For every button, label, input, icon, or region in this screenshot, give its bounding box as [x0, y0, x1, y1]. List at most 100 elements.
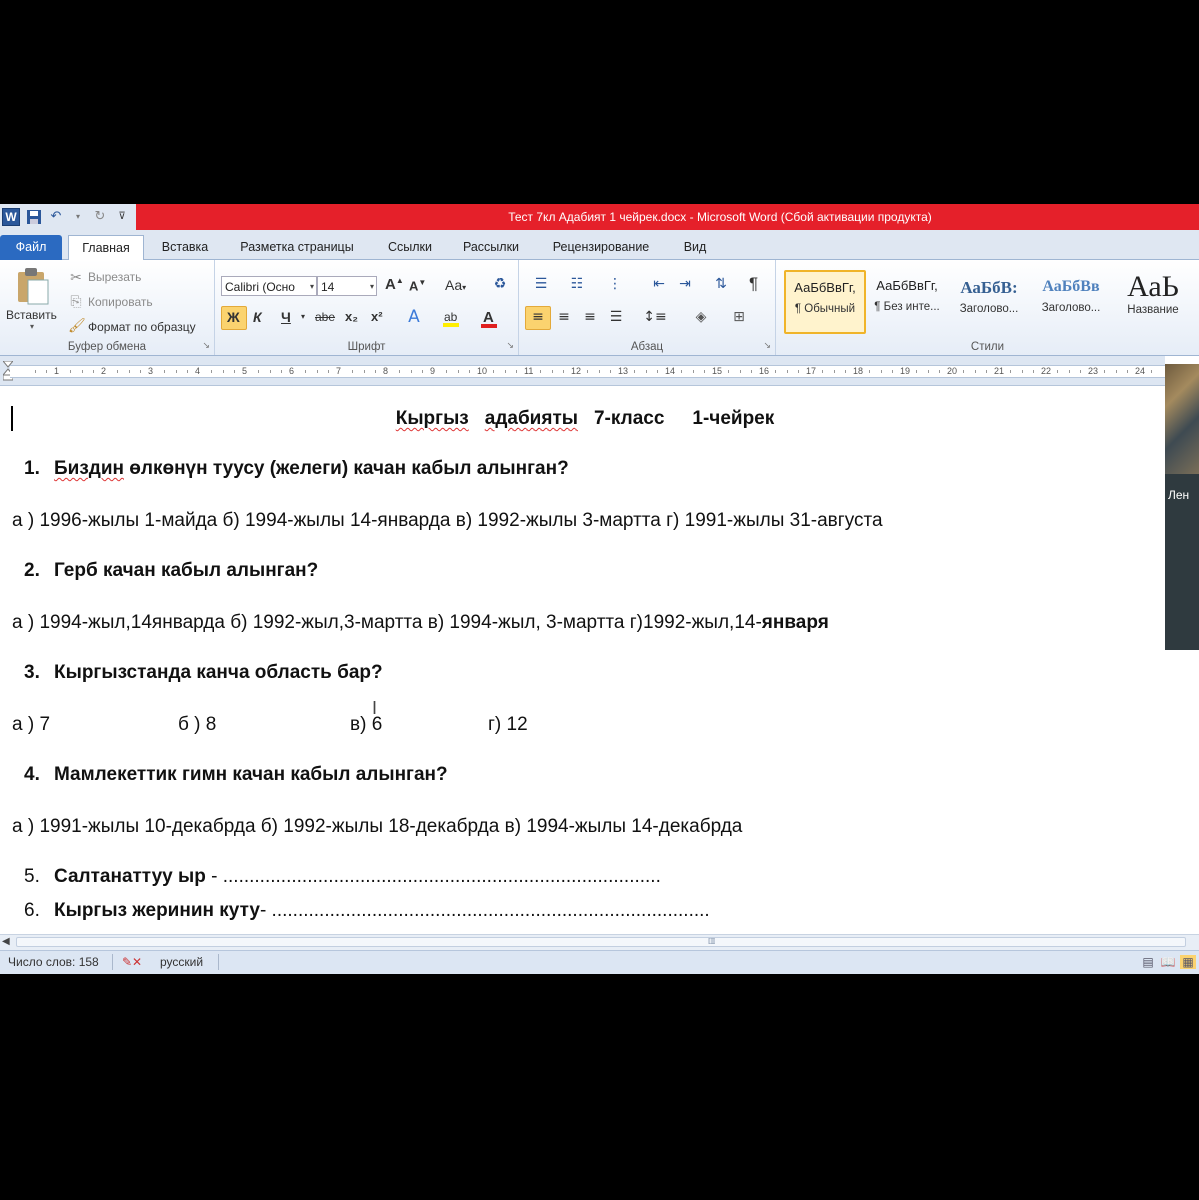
- underline-button[interactable]: Ч: [281, 309, 291, 325]
- tab-mailings[interactable]: Рассылки: [452, 235, 530, 260]
- ruler-tick: [963, 370, 964, 373]
- ruler-tick: [916, 370, 917, 373]
- clipboard-launcher-icon[interactable]: ↘: [202, 341, 210, 351]
- scrollbar-thumb[interactable]: [16, 937, 1186, 947]
- ruler-tick: [1151, 370, 1152, 373]
- font-launcher-icon[interactable]: ↘: [506, 341, 514, 351]
- tab-view[interactable]: Вид: [672, 235, 718, 260]
- ruler-number: 1: [54, 366, 60, 376]
- bullets-icon[interactable]: ☰: [529, 276, 553, 292]
- tab-review[interactable]: Рецензирование: [538, 235, 664, 260]
- paragraph-launcher-icon[interactable]: ↘: [763, 341, 771, 351]
- dropdown-arrow-icon[interactable]: ▾: [70, 209, 86, 225]
- ruler-tick: [563, 370, 564, 373]
- ruler-tick: [928, 370, 929, 373]
- show-marks-button[interactable]: ¶: [749, 274, 758, 294]
- format-painter-icon[interactable]: 🖌: [68, 318, 86, 334]
- paste-icon[interactable]: [14, 266, 52, 306]
- justify-icon[interactable]: ☰: [607, 309, 625, 325]
- ruler-tick: [540, 370, 541, 373]
- copy-icon[interactable]: ⎘: [68, 294, 84, 310]
- copy-button[interactable]: Копировать: [88, 295, 153, 309]
- style-title[interactable]: АаЬ Название: [1112, 270, 1194, 334]
- decrease-indent-icon[interactable]: ⇤: [649, 276, 669, 292]
- shading-icon[interactable]: ◈: [689, 309, 713, 325]
- ruler-tick: [505, 370, 506, 373]
- ruler-tick: [751, 370, 752, 373]
- superscript-button[interactable]: x²: [371, 309, 383, 324]
- subscript-button[interactable]: x₂: [345, 309, 358, 324]
- save-icon[interactable]: [26, 209, 42, 225]
- style-no-spacing[interactable]: АаБбВвГг, ¶ Без инте...: [866, 270, 948, 334]
- format-painter-button[interactable]: Формат по образцу: [88, 320, 196, 334]
- ruler-number: 17: [806, 366, 817, 376]
- increase-indent-icon[interactable]: ⇥: [675, 276, 695, 292]
- font-size-combo[interactable]: 14 ▾: [317, 276, 377, 296]
- paste-button[interactable]: Вставить: [6, 308, 57, 322]
- word-count[interactable]: Число слов: 158: [8, 955, 99, 969]
- font-label: Шрифт: [347, 341, 386, 353]
- paragraph-label: Абзац: [630, 341, 664, 353]
- print-layout-icon[interactable]: ▤: [1140, 955, 1156, 969]
- font-family-value: Calibri (Осно: [225, 280, 295, 294]
- ruler-tick: [1127, 370, 1128, 373]
- cut-button[interactable]: Вырезать: [88, 270, 141, 284]
- bold-button[interactable]: Ж: [227, 309, 240, 325]
- shrink-font-button[interactable]: A▼: [409, 278, 426, 293]
- undo-icon[interactable]: ↶: [48, 209, 64, 225]
- tab-insert[interactable]: Вставка: [150, 235, 220, 260]
- ruler-number: 8: [383, 366, 389, 376]
- font-family-combo[interactable]: Calibri (Осно ▾: [221, 276, 317, 296]
- borders-icon[interactable]: ⊞: [727, 309, 751, 325]
- styles-label: Стили: [970, 341, 1005, 353]
- redo-icon[interactable]: ↻: [92, 209, 108, 225]
- ruler-number: 13: [618, 366, 629, 376]
- word-logo-icon[interactable]: W: [2, 208, 20, 226]
- scroll-left-icon[interactable]: ◀: [2, 936, 10, 947]
- text-effects-icon[interactable]: A: [405, 309, 423, 326]
- horizontal-ruler[interactable]: 1 2 3 4 5 6 7 8 9 10 11 12 13 14 15 16 17 18 19 20 21 22 23 24: [0, 356, 1165, 386]
- ruler-tick: [270, 370, 271, 373]
- highlight-icon[interactable]: ab: [441, 308, 463, 332]
- paste-dropdown-icon[interactable]: ▾: [30, 322, 34, 331]
- font-color-icon[interactable]: A: [479, 308, 499, 332]
- question-2: 2. Герб качан кабыл алынган?: [24, 560, 319, 581]
- ruler-number: 11: [524, 366, 534, 376]
- style-heading-1[interactable]: АаБбВ: Заголово...: [948, 270, 1030, 334]
- web-layout-icon[interactable]: ▦: [1180, 955, 1196, 969]
- word-window: W ↶ ▾ ↻ ⊽ Тест 7кл Адабият 1 чейрек.docx…: [0, 204, 1199, 974]
- style-normal[interactable]: АаБбВвГг, ¶ Обычный: [784, 270, 866, 334]
- tab-file[interactable]: Файл: [0, 235, 62, 260]
- align-right-icon[interactable]: ≡: [581, 309, 599, 325]
- numbering-icon[interactable]: ☷: [565, 276, 589, 292]
- tab-home[interactable]: Главная: [68, 235, 144, 261]
- document-page[interactable]: Кыргыз адабияты 7-класс 1-чейрек 1. Биздин ө…: [0, 386, 1165, 934]
- horizontal-scrollbar[interactable]: ◀ ▥: [0, 934, 1199, 950]
- multilevel-list-icon[interactable]: ⋮: [603, 276, 627, 292]
- cut-icon[interactable]: ✂: [68, 270, 84, 286]
- language-indicator[interactable]: русский: [160, 955, 203, 969]
- ruler-number: 7: [336, 366, 342, 376]
- change-case-button[interactable]: Aa▾: [445, 277, 466, 293]
- video-thumbnail[interactable]: Лен: [1165, 364, 1199, 650]
- tab-references[interactable]: Ссылки: [376, 235, 444, 260]
- strikethrough-button[interactable]: abe: [315, 310, 335, 324]
- ruler-tick: [975, 370, 976, 373]
- ruler-tick: [834, 370, 835, 373]
- underline-dropdown-icon[interactable]: ▾: [301, 312, 305, 321]
- status-separator-2: [218, 954, 219, 970]
- customize-icon[interactable]: ⊽: [114, 209, 130, 225]
- italic-button[interactable]: К: [253, 309, 262, 325]
- line-spacing-icon[interactable]: ↕≡: [643, 309, 667, 325]
- tab-page-layout[interactable]: Разметка страницы: [226, 235, 368, 260]
- style-heading-2[interactable]: АаБбВв Заголово...: [1030, 270, 1112, 334]
- reading-mode-icon[interactable]: 📖: [1160, 955, 1176, 969]
- proofing-icon[interactable]: ✎✕: [122, 955, 142, 969]
- clear-formatting-icon[interactable]: ♻: [491, 276, 509, 292]
- sort-icon[interactable]: ⇅: [711, 276, 731, 292]
- ruler-tick: [117, 370, 118, 373]
- align-left-icon[interactable]: ≡: [529, 309, 547, 325]
- align-center-icon[interactable]: ≡: [555, 309, 573, 325]
- grow-font-button[interactable]: A▲: [385, 276, 404, 293]
- ruler-number: 22: [1041, 366, 1052, 376]
